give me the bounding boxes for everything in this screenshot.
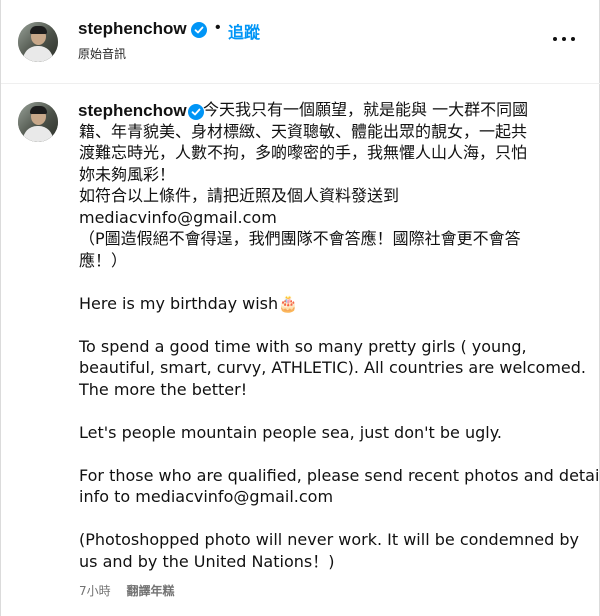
caption-line: Let's people mountain people sea, just d… [79,422,502,442]
caption-line: info to mediacvinfo@gmail.com [79,487,334,506]
caption-line: To spend a good time with so many pretty… [79,336,527,356]
avatar[interactable] [18,102,58,142]
more-options-icon[interactable] [549,28,579,52]
caption-line: beautiful, smart, curvy, ATHLETIC). All … [79,358,586,377]
caption-line: Here is my birthday wish🎂 [79,293,299,313]
caption-line: The more the better! [79,379,248,399]
caption-line: For those who are qualified, please send… [79,465,600,485]
caption-line: 籍、年青貌美、身材標緻、天資聰敏、體能出眾的靚女，一起共 [79,121,528,141]
verified-badge-icon [191,22,207,38]
username-link[interactable]: stephenchow [78,19,187,39]
caption-meta: 7小時 翻譯年糕 [79,582,174,599]
post-header: stephenchow • 追蹤 原始音訊 [1,0,600,84]
caption-line: mediacvinfo@gmail.com [79,207,277,227]
caption-line: 渡難忘時光，人數不拘，多啲嚟密的手，我無懼人山人海，只怕 [79,143,528,162]
original-audio-link[interactable]: 原始音訊 [78,45,126,62]
verified-badge-icon [188,104,204,120]
caption-line: 妳未夠風彩！ [79,164,176,184]
caption-line: 如符合以上條件，請把近照及個人資料發送到 [79,186,400,205]
translate-button[interactable]: 翻譯年糕 [126,584,174,598]
separator-dot: • [215,19,221,36]
follow-button[interactable]: 追蹤 [228,19,260,43]
caption-username-link[interactable]: stephenchow [78,101,187,121]
caption-text: 今天我只有一個願望，就是能與 一大群不同國 籍、年青貌美、身材標緻、天資聰敏、體能… [79,99,600,572]
caption-line: (Photoshopped photo will never work. It … [79,530,579,549]
caption-line: us and by the United Nations！) [79,551,335,571]
caption-line: 應！） [79,250,128,270]
post-panel: stephenchow • 追蹤 原始音訊 今天我只有一個願望，就是能與 一大群… [0,0,600,616]
caption-comment: 今天我只有一個願望，就是能與 一大群不同國 籍、年青貌美、身材標緻、天資聰敏、體能… [1,85,600,616]
avatar[interactable] [18,22,58,62]
caption-line: （P圖造假絕不會得逞，我們團隊不會答應！國際社會更不會答 [79,229,521,248]
timestamp[interactable]: 7小時 [79,584,111,598]
